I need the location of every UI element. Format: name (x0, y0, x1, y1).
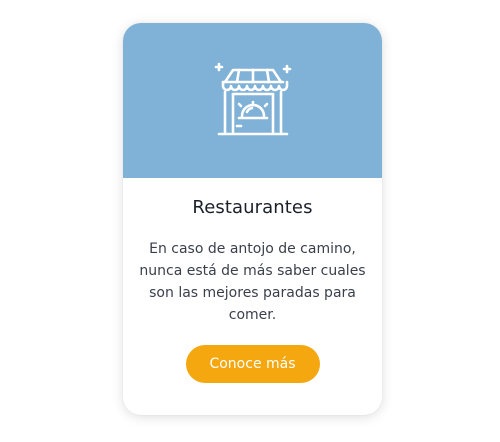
card-title: Restaurantes (192, 197, 313, 218)
card-banner (123, 23, 382, 178)
learn-more-button[interactable]: Conoce más (185, 345, 320, 383)
card-description: En caso de antojo de camino, nunca está … (139, 241, 366, 323)
restaurants-card: Restaurantes En caso de antojo de camino… (123, 23, 382, 415)
restaurant-storefront-icon (213, 60, 293, 142)
